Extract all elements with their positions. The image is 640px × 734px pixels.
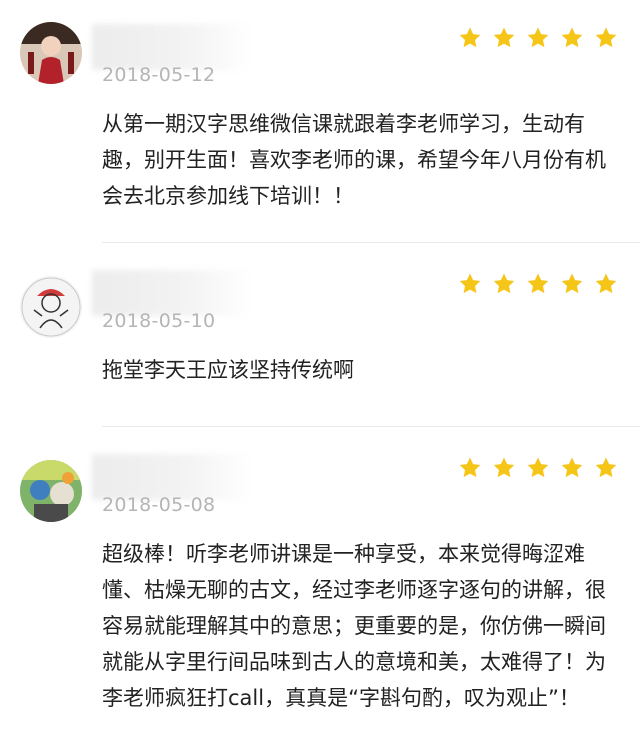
star-icon [492,456,516,480]
star-icon [594,272,618,296]
star-icon [560,26,584,50]
rating-stars [458,272,618,296]
star-icon [560,456,584,480]
review-text: 从第一期汉字思维微信课就跟着李老师学习，生动有趣，别开生面！喜欢李老师的课，希望… [102,112,606,208]
review-item: 2018-05-08 超级棒！听李老师讲课是一种享受，本来觉得晦涩难懂、枯燥无聊… [0,452,640,734]
star-icon [492,272,516,296]
star-icon [594,456,618,480]
avatar[interactable] [20,22,82,84]
star-icon [594,26,618,50]
star-icon [526,272,550,296]
review-date: 2018-05-08 [102,494,216,516]
review-item: 2018-05-12 从第一期汉字思维微信课就跟着李老师学习，生动有趣，别开生面… [0,22,640,242]
review-text: 超级棒！听李老师讲课是一种享受，本来觉得晦涩难懂、枯燥无聊的古文，经过李老师逐字… [102,542,606,710]
avatar[interactable] [20,276,82,338]
divider [102,242,640,243]
star-icon [526,26,550,50]
review-text: 拖堂李天王应该坚持传统啊 [102,358,354,382]
star-icon [458,272,482,296]
divider [102,426,640,427]
review-date: 2018-05-12 [102,64,216,86]
rating-stars [458,26,618,50]
star-icon [458,456,482,480]
star-icon [526,456,550,480]
star-icon [492,26,516,50]
review-item: 2018-05-10 拖堂李天王应该坚持传统啊 [0,268,640,418]
review-list: 2018-05-12 从第一期汉字思维微信课就跟着李老师学习，生动有趣，别开生面… [0,0,640,734]
rating-stars [458,456,618,480]
avatar[interactable] [20,460,82,522]
star-icon [560,272,584,296]
review-date: 2018-05-10 [102,310,216,332]
star-icon [458,26,482,50]
